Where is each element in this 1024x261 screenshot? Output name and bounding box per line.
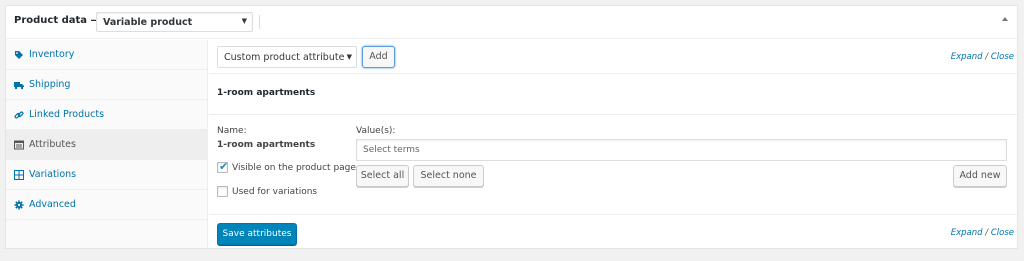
list-icon — [14, 140, 24, 150]
checkmark-icon: ✔ — [219, 160, 229, 173]
gear-icon — [14, 200, 24, 210]
add-attribute-button[interactable]: Add — [362, 46, 395, 68]
attribute-taxonomy-select[interactable]: Custom product attribute ▼ — [217, 46, 357, 68]
sidebar-item-attributes[interactable]: Attributes — [6, 130, 207, 160]
expand-close-toggle: Expand / Close — [951, 52, 1014, 62]
close-link[interactable]: Close — [991, 52, 1014, 62]
name-value: 1-room apartments — [217, 140, 316, 150]
truck-icon — [14, 80, 24, 90]
select-all-button[interactable]: Select all — [356, 165, 409, 187]
expand-close-separator: / — [985, 228, 989, 238]
panel-header: Product data — Variable product ▼ — [6, 6, 1017, 39]
attributes-panel: Custom product attribute ▼ Add Expand / … — [209, 40, 1017, 248]
expand-link[interactable]: Expand — [951, 52, 983, 62]
header-divider — [259, 15, 260, 29]
expand-close-toggle: Expand / Close — [951, 228, 1014, 238]
close-link[interactable]: Close — [991, 228, 1014, 238]
tag-icon — [14, 50, 24, 60]
visible-label: Visible on the product page — [232, 163, 356, 173]
sidebar-item-label: Inventory — [29, 49, 75, 60]
terms-placeholder: Select terms — [363, 145, 420, 155]
used-for-variations-checkbox[interactable] — [217, 186, 228, 197]
attributes-toolbar: Custom product attribute ▼ Add Expand / … — [209, 40, 1017, 74]
collapse-arrow-icon[interactable] — [1002, 17, 1008, 21]
sidebar-item-label: Attributes — [29, 139, 76, 150]
sidebar-item-shipping[interactable]: Shipping — [6, 70, 207, 100]
product-type-select[interactable]: Variable product ▼ — [96, 12, 253, 32]
product-data-panel: Product data — Variable product ▼ Invent… — [5, 5, 1018, 249]
product-type-value: Variable product — [103, 17, 193, 28]
variations-label: Used for variations — [232, 187, 318, 197]
chevron-down-icon: ▼ — [346, 53, 352, 61]
expand-close-separator: / — [985, 52, 989, 62]
visible-on-product-page-checkbox[interactable]: ✔ — [217, 160, 229, 173]
add-new-term-button[interactable]: Add new — [953, 165, 1007, 187]
product-data-label: Product data — — [14, 15, 101, 26]
expand-link[interactable]: Expand — [951, 228, 983, 238]
sidebar-item-label: Linked Products — [29, 109, 105, 120]
name-label: Name: — [217, 126, 247, 136]
sidebar-item-variations[interactable]: Variations — [6, 160, 207, 190]
grid-icon — [14, 170, 24, 180]
chevron-down-icon: ▼ — [241, 17, 247, 25]
sidebar-item-linked-products[interactable]: Linked Products — [6, 100, 207, 130]
attribute-title: 1-room apartments — [217, 88, 316, 98]
sidebar-item-inventory[interactable]: Inventory — [6, 40, 207, 70]
sidebar-item-label: Shipping — [29, 79, 71, 90]
select-terms-input[interactable]: Select terms — [356, 139, 1007, 161]
attribute-body: Name: 1-room apartments Value(s): Select… — [209, 116, 1017, 213]
product-data-tabs: Inventory Shipping Linked Products Attri… — [6, 40, 208, 248]
attribute-select-value: Custom product attribute — [224, 52, 345, 63]
save-attributes-button[interactable]: Save attributes — [217, 223, 297, 245]
attributes-footer: Save attributes Expand / Close — [209, 214, 1017, 248]
link-icon — [14, 110, 24, 120]
values-label: Value(s): — [356, 126, 396, 136]
select-none-button[interactable]: Select none — [413, 165, 484, 187]
sidebar-item-label: Advanced — [29, 199, 76, 210]
sidebar-item-advanced[interactable]: Advanced — [6, 190, 207, 220]
attribute-header[interactable]: 1-room apartments — [209, 75, 1017, 115]
sidebar-item-label: Variations — [29, 169, 77, 180]
